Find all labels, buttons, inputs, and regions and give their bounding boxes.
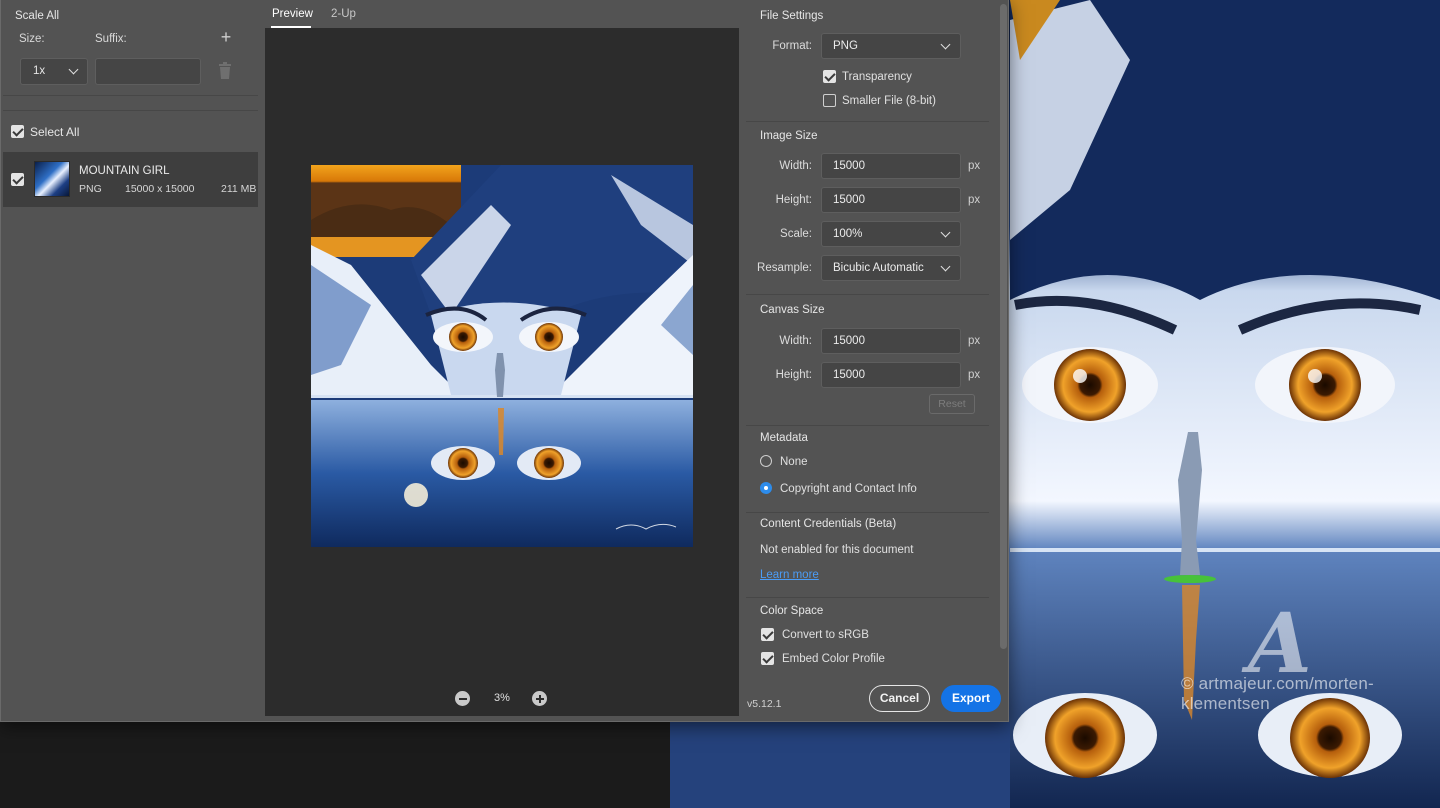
image-height-value: 15000 [833, 194, 865, 206]
learn-more-link[interactable]: Learn more [760, 569, 819, 581]
image-width-value: 15000 [833, 160, 865, 172]
canvas-height-label: Height: [775, 369, 812, 381]
asset-dimensions: 15000 x 15000 [125, 183, 195, 195]
preview-tabs: Preview 2-Up [265, 0, 739, 28]
image-width-input[interactable]: 15000 [821, 153, 961, 179]
chevron-down-icon [940, 227, 951, 238]
canvas-width-input[interactable]: 15000 [821, 328, 961, 354]
size-label: Size: [19, 33, 45, 45]
canvas-height-value: 15000 [833, 369, 865, 381]
version-label: v5.12.1 [747, 698, 782, 710]
embed-profile-label: Embed Color Profile [782, 653, 885, 665]
format-label: Format: [772, 40, 812, 52]
transparency-label: Transparency [842, 71, 912, 83]
convert-srgb-label: Convert to sRGB [782, 629, 869, 641]
asset-name: MOUNTAIN GIRL [79, 165, 170, 177]
add-scale-button[interactable]: + [217, 28, 235, 46]
smaller-file-label: Smaller File (8-bit) [842, 95, 936, 107]
reset-button[interactable]: Reset [929, 394, 975, 414]
preview-image[interactable] [311, 165, 693, 547]
scale-label: Scale: [780, 228, 812, 240]
format-select[interactable]: PNG [821, 33, 961, 59]
content-credentials-status: Not enabled for this document [760, 544, 914, 556]
file-settings-section: File Settings Format: PNG Transparency S… [746, 0, 989, 122]
settings-scrollbar[interactable] [1000, 4, 1007, 649]
size-select[interactable]: 1x [20, 58, 88, 85]
canvas-height-unit: px [968, 369, 981, 381]
watermark-text: © artmajeur.com/morten-klementsen [1181, 674, 1374, 713]
image-height-unit: px [968, 194, 981, 206]
content-credentials-section: Content Credentials (Beta) Not enabled f… [746, 518, 989, 598]
asset-format: PNG [79, 183, 102, 195]
metadata-section: Metadata None Copyright and Contact Info [746, 431, 989, 513]
size-select-value: 1x [33, 65, 46, 77]
zoom-controls: 3% [265, 688, 739, 712]
canvas-height-input[interactable]: 15000 [821, 362, 961, 388]
image-size-section: Image Size Width: 15000 px Height: 15000… [746, 127, 989, 295]
metadata-none-label: None [780, 456, 808, 468]
resample-select[interactable]: Bicubic Automatic [821, 255, 961, 281]
select-all-checkbox[interactable] [11, 125, 24, 138]
chevron-down-icon [940, 261, 951, 272]
scale-select[interactable]: 100% [821, 221, 961, 247]
backdrop-dark-area [0, 722, 670, 808]
preview-area: 3% [265, 28, 739, 716]
assets-panel: Select All MOUNTAIN GIRL PNG 15000 x 150… [3, 110, 258, 716]
tab-2-up[interactable]: 2-Up [331, 8, 356, 20]
metadata-copyright-radio[interactable] [760, 482, 772, 494]
trash-icon[interactable] [217, 62, 233, 80]
metadata-copyright-label: Copyright and Contact Info [780, 483, 917, 495]
tab-preview[interactable]: Preview [272, 8, 313, 20]
embed-profile-checkbox[interactable] [761, 652, 774, 665]
image-width-unit: px [968, 160, 981, 172]
format-select-value: PNG [833, 40, 858, 52]
export-button[interactable]: Export [941, 685, 1001, 712]
zoom-level: 3% [494, 692, 510, 704]
canvas-width-unit: px [968, 335, 981, 347]
transparency-checkbox[interactable] [823, 70, 836, 83]
canvas-size-title: Canvas Size [760, 304, 825, 316]
metadata-title: Metadata [760, 432, 808, 444]
color-space-title: Color Space [760, 605, 824, 617]
asset-checkbox[interactable] [11, 173, 24, 186]
select-all-label: Select All [30, 125, 80, 139]
scale-all-title: Scale All [15, 10, 60, 22]
asset-thumbnail [34, 161, 70, 197]
convert-srgb-checkbox[interactable] [761, 628, 774, 641]
scale-select-value: 100% [833, 228, 863, 240]
asset-row[interactable]: MOUNTAIN GIRL PNG 15000 x 15000 211 MB [3, 152, 258, 207]
chevron-down-icon [68, 64, 79, 75]
smaller-file-checkbox[interactable] [823, 94, 836, 107]
resample-label: Resample: [757, 262, 812, 274]
file-settings-title: File Settings [760, 10, 824, 22]
cancel-button[interactable]: Cancel [869, 685, 930, 712]
image-width-label: Width: [779, 160, 812, 172]
metadata-none-radio[interactable] [760, 455, 772, 467]
image-height-label: Height: [775, 194, 812, 206]
content-credentials-title: Content Credentials (Beta) [760, 518, 897, 530]
zoom-out-icon[interactable] [455, 691, 470, 706]
image-size-title: Image Size [760, 130, 818, 142]
resample-select-value: Bicubic Automatic [833, 262, 924, 274]
export-as-dialog: Scale All Size: Suffix: + 1x Select All … [0, 0, 1009, 722]
suffix-input[interactable] [95, 58, 201, 85]
color-space-section: Color Space Convert to sRGB Embed Color … [746, 603, 989, 680]
image-height-input[interactable]: 15000 [821, 187, 961, 213]
zoom-in-icon[interactable] [532, 691, 547, 706]
asset-file-size: 211 MB [221, 183, 257, 195]
chevron-down-icon [940, 39, 951, 50]
canvas-width-value: 15000 [833, 335, 865, 347]
canvas-width-label: Width: [779, 335, 812, 347]
settings-panel: File Settings Format: PNG Transparency S… [746, 0, 996, 680]
scale-all-panel: Scale All Size: Suffix: + 1x [3, 0, 258, 96]
suffix-label: Suffix: [95, 33, 127, 45]
